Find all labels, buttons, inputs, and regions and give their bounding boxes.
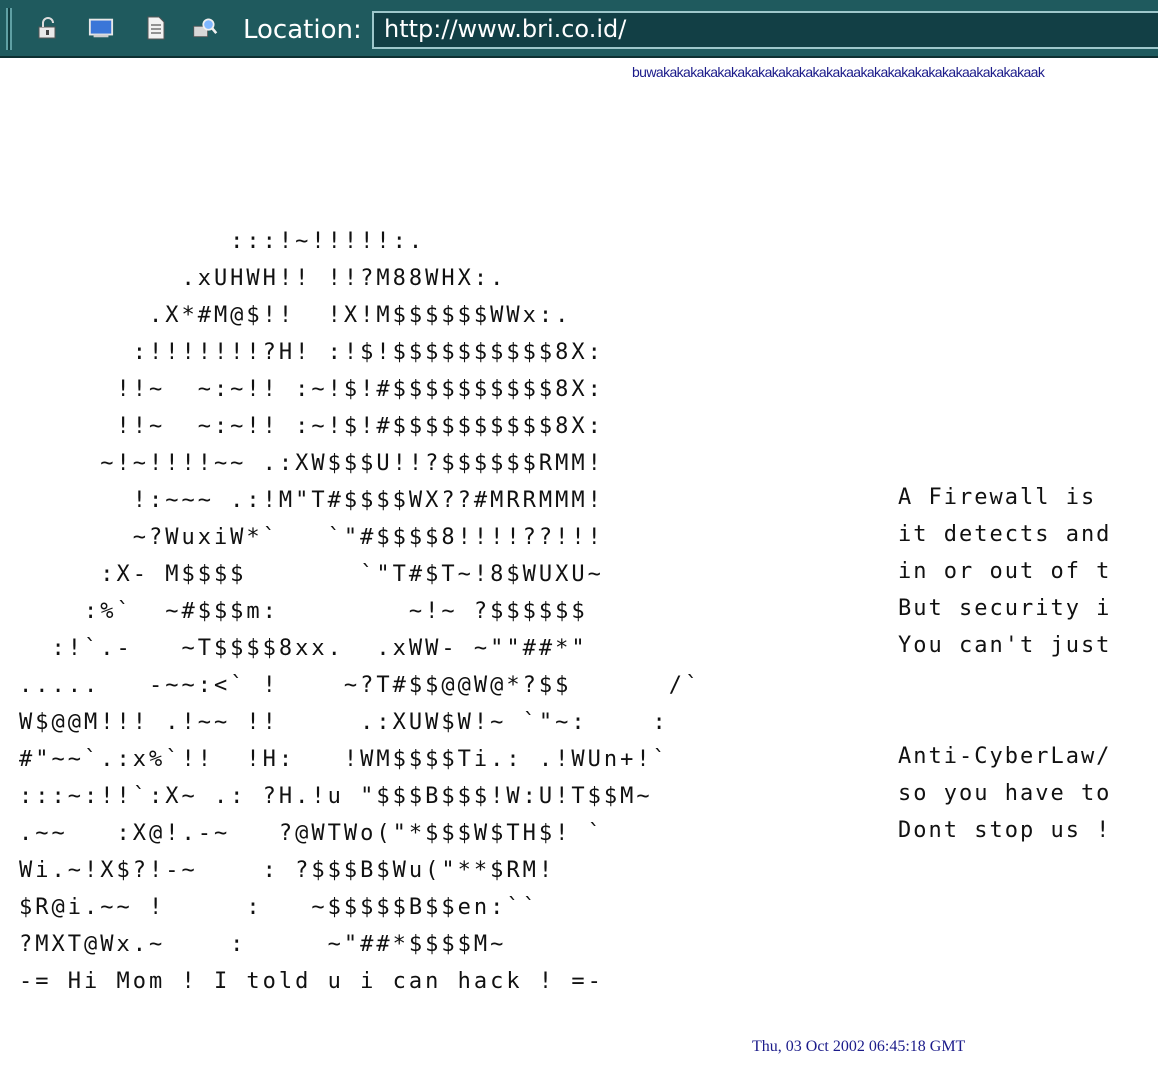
toolbar-grip[interactable] (6, 8, 12, 50)
ascii-art-line: $R@i.~~ ! : ~$$$$$B$$en:`` (19, 895, 539, 920)
ascii-art-line: ?MXT@Wx.~ : ~"##*$$$$M~ (19, 932, 507, 957)
message-line: You can't just (898, 633, 1112, 658)
message-line: it detects and (898, 522, 1112, 547)
browser-toolbar: Location: http://www.bri.co.id/ (0, 0, 1158, 58)
ascii-art-line: .~~ :X@!.-~ ?@WTWo("*$$$W$TH$! ` (19, 821, 604, 846)
ascii-art: :::!~!!!!!:. .xUHWH!! !!?M88WHX:. .X*#M@… (19, 223, 701, 1000)
ascii-art-line: .X*#M@$!! !X!M$$$$$$WWx:. (19, 303, 572, 328)
location-label: Location: (243, 15, 362, 45)
search-icon[interactable] (192, 16, 218, 40)
defacement-message: A Firewall is it detects and in or out of … (898, 479, 1158, 849)
ascii-art-line: :!`.- ~T$$$$8xx. .xWW- ~""##*" (19, 636, 588, 661)
document-icon[interactable] (143, 16, 169, 40)
lock-icon[interactable] (34, 16, 60, 40)
message-line: Dont stop us ! (898, 818, 1112, 843)
screen-icon[interactable] (88, 16, 114, 40)
ascii-art-line: !!~ ~:~!! :~!$!#$$$$$$$$$$8X: (19, 414, 604, 439)
timestamp: Thu, 03 Oct 2002 06:45:18 GMT (752, 1038, 966, 1055)
ascii-art-line: ~?WuxiW*` `"#$$$$8!!!!??!!! (19, 525, 604, 550)
location-field[interactable]: http://www.bri.co.id/ (372, 11, 1158, 49)
ascii-art-line: :::~:!!`:X~ .: ?H.!u "$$$B$$$!W:U!T$$M~ (19, 784, 653, 809)
ascii-art-line: :X- M$$$$ `"T#$T~!8$WUXU~ (19, 562, 604, 587)
ascii-art-line: W$@@M!!! .!~~ !! .:XUW$W!~ `"~: : (19, 710, 669, 735)
message-line: so you have to (898, 781, 1112, 806)
message-line: Anti-CyberLaw/ (898, 744, 1112, 769)
message-line: But security i (898, 596, 1112, 621)
ascii-art-line: ~!~!!!!~~ .:XW$$$U!!?$$$$$$RMM! (19, 451, 604, 476)
ascii-art-line: :%` ~#$$$m: ~!~ ?$$$$$$ (19, 599, 588, 624)
ascii-art-line: -= Hi Mom ! I told u i can hack ! =- (19, 969, 604, 994)
ascii-art-line: !!~ ~:~!! :~!$!#$$$$$$$$$$8X: (19, 377, 604, 402)
ascii-art-line: :!!!!!!!?H! :!$!$$$$$$$$$$8X: (19, 340, 604, 365)
ascii-art-line: ..... -~~:<` ! ~?T#$$@@W@*?$$ /` (19, 673, 702, 698)
page-banner: buwakakakakakakakakakakakakakakaakakakak… (632, 64, 1045, 80)
ascii-art-line: .xUHWH!! !!?M88WHX:. (19, 266, 507, 291)
ascii-art-line: !:~~~ .:!M"T#$$$$WX??#MRRMMM! (19, 488, 604, 513)
ascii-art-line: :::!~!!!!!:. (19, 229, 426, 254)
message-line (898, 664, 1158, 701)
ascii-art-line: Wi.~!X$?!-~ : ?$$$B$Wu("**$RM! (19, 858, 556, 883)
message-line: A Firewall is (898, 485, 1097, 510)
message-line: in or out of t (898, 559, 1112, 584)
ascii-art-line: #"~~`.:x%`!! !H: !WM$$$$Ti.: .!WUn+!` (19, 747, 669, 772)
message-line (898, 701, 1158, 738)
